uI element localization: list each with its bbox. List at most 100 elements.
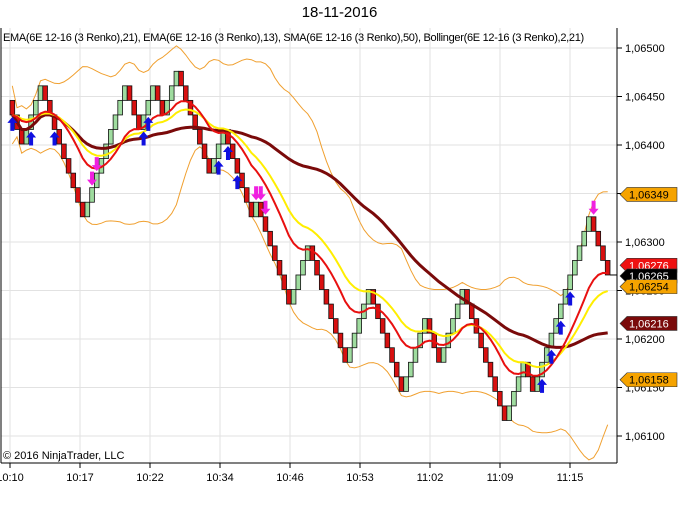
renko-brick-up <box>112 114 119 130</box>
renko-brick-up <box>150 85 156 101</box>
renko-brick-down <box>529 376 536 392</box>
y-tick-label: 1,06450 <box>625 92 665 104</box>
x-tick-label: 11:09 <box>487 472 514 484</box>
renko-brick-up <box>520 361 527 378</box>
renko-brick-up <box>347 347 353 363</box>
renko-brick-down <box>393 361 400 378</box>
renko-brick-down <box>178 70 184 87</box>
renko-brick-up <box>122 85 128 101</box>
renko-brick-down <box>590 216 597 232</box>
bollinger-lower-line <box>11 135 609 461</box>
renko-brick-up <box>33 99 39 116</box>
renko-brick-down <box>487 361 494 378</box>
renko-brick-down <box>183 85 189 101</box>
renko-brick-up <box>408 361 414 378</box>
renko-brick-up <box>576 245 583 261</box>
renko-brick-up <box>168 85 175 101</box>
renko-brick-down <box>478 332 484 349</box>
renko-brick-down <box>61 143 67 159</box>
renko-brick-down <box>379 318 386 334</box>
renko-brick-down <box>272 245 278 261</box>
renko-brick-up <box>586 216 592 232</box>
renko-brick-down <box>501 405 508 421</box>
renko-brick-up <box>506 405 512 421</box>
renko-brick-up <box>108 129 114 145</box>
renko-brick-down <box>206 158 212 174</box>
y-tick-label: 1,06400 <box>625 140 665 152</box>
renko-brick-up <box>89 187 95 203</box>
renko-brick-down <box>337 332 344 349</box>
renko-brick-down <box>131 99 137 116</box>
y-tick-label: 1,06100 <box>625 431 665 443</box>
price-tag-label: 1,06254 <box>629 282 669 294</box>
renko-brick-up <box>84 201 91 218</box>
renko-brick-down <box>398 376 405 392</box>
renko-brick-down <box>436 347 442 363</box>
renko-brick-down <box>286 289 292 305</box>
renko-brick-down <box>248 201 255 218</box>
renko-brick-up <box>145 99 152 116</box>
renko-chart[interactable]: 1,065001,064501,064001,063501,063001,062… <box>0 0 679 509</box>
renko-brick-down <box>65 158 72 174</box>
renko-brick-up <box>558 303 564 320</box>
price-tag-label: 1,06349 <box>629 189 669 201</box>
renko-brick-up <box>215 143 222 159</box>
renko-brick-down <box>497 390 503 407</box>
renko-brick-down <box>126 85 133 101</box>
renko-brick-up <box>173 70 180 87</box>
renko-brick-up <box>351 332 358 349</box>
renko-brick-up <box>412 347 419 363</box>
y-tick-label: 1,06500 <box>625 43 665 55</box>
renko-brick-down <box>595 230 602 247</box>
renko-brick-down <box>323 289 330 305</box>
renko-brick-down <box>197 129 203 145</box>
x-tick-label: 10:17 <box>66 472 94 484</box>
renko-brick-down <box>42 85 48 101</box>
sma50-line <box>11 113 608 349</box>
price-tag-label: 1,06158 <box>629 375 669 387</box>
renko-brick-up <box>356 318 362 334</box>
renko-brick-up <box>511 390 517 407</box>
renko-brick-up <box>450 318 456 334</box>
renko-brick-down <box>600 245 606 261</box>
renko-brick-up <box>37 85 44 101</box>
x-tick-label: 10:46 <box>276 472 304 484</box>
renko-brick-up <box>290 289 297 305</box>
renko-brick-down <box>234 158 241 174</box>
renko-brick-down <box>389 347 395 363</box>
renko-brick-down <box>342 347 348 363</box>
renko-brick-down <box>201 143 208 159</box>
renko-brick-up <box>103 143 109 159</box>
renko-brick-down <box>18 129 25 145</box>
renko-brick-up <box>300 260 306 276</box>
renko-brick-down <box>262 216 269 232</box>
renko-brick-up <box>253 201 259 218</box>
y-tick-label: 1,06200 <box>625 334 665 346</box>
renko-brick-up <box>581 230 587 247</box>
renko-brick-down <box>483 347 489 363</box>
y-tick-label: 1,06300 <box>625 237 665 249</box>
renko-brick-up <box>295 274 302 290</box>
renko-brick-down <box>9 99 16 116</box>
renko-brick-up <box>572 260 578 276</box>
renko-brick-up <box>515 376 522 392</box>
x-tick-label: 10:53 <box>346 472 374 484</box>
renko-brick-up <box>454 303 461 320</box>
renko-brick-down <box>314 260 320 276</box>
renko-brick-down <box>75 187 81 203</box>
indicator-legend: EMA(6E 12-16 (3 Renko),21), EMA(6E 12-16… <box>3 32 584 44</box>
renko-brick-down <box>333 318 339 334</box>
renko-brick-up <box>304 245 311 261</box>
x-tick-label: 10:22 <box>136 472 164 484</box>
renko-brick-up <box>440 347 447 363</box>
x-tick-label: 10:34 <box>206 472 234 484</box>
renko-brick-down <box>318 274 325 290</box>
renko-brick-up <box>403 376 409 392</box>
renko-brick-up <box>567 274 573 290</box>
renko-brick-down <box>136 114 142 130</box>
renko-brick-down <box>243 187 250 203</box>
renko-brick-down <box>79 201 86 218</box>
renko-brick-down <box>492 376 498 392</box>
renko-brick-down <box>276 260 283 276</box>
renko-brick-down <box>281 274 287 290</box>
